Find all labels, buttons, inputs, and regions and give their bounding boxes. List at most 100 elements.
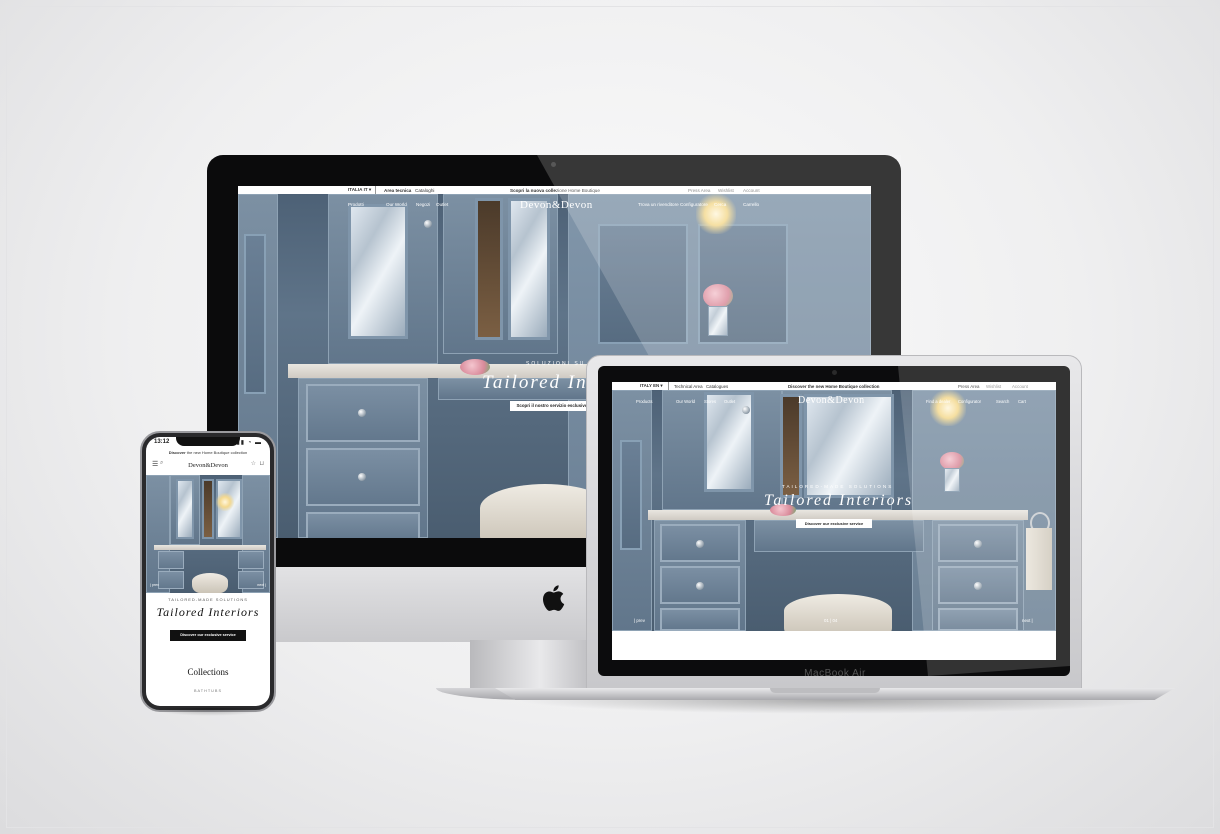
knob [974,540,982,548]
iphone-next-link[interactable]: next | [257,583,266,587]
macbook-account-link[interactable]: Account [1012,384,1028,389]
iphone-collections-subheading[interactable]: BATHTUBS [146,689,270,693]
flower-vase [703,284,733,308]
macbook-nav-outlet[interactable]: Outlet [724,399,735,404]
imac-nav-find-dealer[interactable]: Trova un rivenditore [638,202,679,207]
macbook-catalogues-link[interactable]: Catalogues [706,384,728,389]
divider [668,382,669,390]
wall-sconce [216,493,234,511]
iphone-announcement-rest: the new Home Boutique collection [186,450,248,455]
iphone-hero-tagline: Tailored-made solutions [168,597,248,602]
drawer [238,551,264,569]
open-shelves [202,479,214,539]
vanity-stool [192,573,228,593]
divider [375,186,376,194]
iphone-announcement[interactable]: Discover the new Home Boutique collectio… [146,450,270,455]
drawer [306,512,420,538]
drawer [660,608,740,631]
open-shelves [475,198,503,340]
macbook-wishlist-link[interactable]: Wishlist [986,384,1001,389]
wall-panel [598,224,688,344]
macbook-hero-tagline: Tailored-made solutions [782,484,894,489]
macbook-technical-area-link[interactable]: Technical Area [674,384,703,389]
wall-panel [244,234,266,394]
macbook-screen: ITALY EN ▾ Technical Area Catalogues Dis… [612,382,1056,660]
glass-vase [944,468,960,492]
iphone-shadow [150,708,270,716]
imac-brand-logo[interactable]: Devon&Devon [520,199,593,211]
apple-logo-icon [543,585,565,611]
knob [696,582,704,590]
knob [974,582,982,590]
imac-announcement-rest: zione Home Boutique [555,187,600,193]
iphone-announcement-bold: Discover [168,450,186,455]
hand-towel [1026,528,1052,590]
center-mirror [804,394,894,498]
cabinet-glass-door [348,204,408,339]
macbook-hero-cta-button[interactable]: Discover our exclusive service [796,519,872,528]
imac-wishlist-link[interactable]: Wishlist [718,188,734,193]
macbook-nav-find-dealer[interactable]: Find a dealer [926,399,950,404]
center-mirror [508,198,550,340]
macbook-topbar: ITALY EN ▾ Technical Area Catalogues Dis… [612,382,1056,390]
macbook-camera [832,370,837,375]
open-shelves [780,394,802,498]
imac-nav-search[interactable]: Cerca [714,202,726,207]
cabinet-glass-door [176,479,194,539]
imac-catalogues-link[interactable]: Cataloghi [415,188,434,193]
macbook-notch [770,688,880,693]
knob [696,540,704,548]
macbook-device-label: MacBook Air [804,668,866,679]
macbook-nav-search[interactable]: Search [996,399,1009,404]
imac-nav-outlet[interactable]: Outlet [436,202,448,207]
macbook-press-area-link[interactable]: Press Area [958,384,979,389]
cart-icon[interactable]: ⊔ [259,460,264,467]
macbook-nav-our-world[interactable]: Our World [676,399,695,404]
imac-nav-stores[interactable]: Negozi [416,202,430,207]
imac-announcement[interactable]: Scopri la nuova collezione Home Boutique [510,188,600,193]
imac-technical-area-link[interactable]: Area tecnica [384,188,411,193]
iphone-signal-battery-icon: ▮▮ ◔ ▬ [236,440,262,446]
iphone-hero-title: Tailored Interiors [156,605,260,619]
macbook-brand-logo[interactable]: Devon&Devon [798,395,865,406]
knob [358,409,366,417]
imac-account-link[interactable]: Account [743,188,760,193]
iphone-hero-image: | prev next | [146,475,270,593]
macbook-announcement[interactable]: Discover the new Home Boutique collectio… [788,384,880,389]
knob [358,473,366,481]
macbook-hero-image: Products Our World Stores Outlet Find a … [612,390,1056,631]
imac-nav-products[interactable]: Prodotti [348,202,364,207]
macbook-hero-title: Tailored Interiors [764,492,914,509]
marble-counter [154,545,266,550]
macbook-nav-products[interactable]: Products [636,399,653,404]
macbook-next-link[interactable]: next | [1022,618,1033,623]
macbook-nav-stores[interactable]: Stores [704,399,716,404]
iphone-prev-link[interactable]: | prev [150,583,159,587]
imac-announcement-bold: Scopri la nuova colle [510,187,556,193]
imac-hero-cta-button[interactable]: Scopri il nostro servizio esclusivo [510,401,594,411]
macbook-nav-configurator[interactable]: Configurator [958,399,981,404]
drawer [158,571,184,589]
iphone-hero-cta-button[interactable]: Discover our exclusive service [170,630,246,641]
imac-nav-configurator[interactable]: Configuratore [680,202,708,207]
iphone-notch [176,437,240,446]
imac-nav-our-world[interactable]: Our World [386,202,407,207]
imac-nav-cart[interactable]: Carrello [743,202,759,207]
imac-country-selector[interactable]: ITALIA IT ▾ [348,187,371,193]
vanity-stool [784,594,892,631]
drawer [158,551,184,569]
wishlist-star-icon[interactable]: ☆ [251,460,256,467]
iphone-collections-heading: Collections [187,667,229,677]
imac-camera [551,162,556,167]
glass-vase [708,306,728,336]
macbook-prev-link[interactable]: | prev [634,618,645,623]
imac-press-area-link[interactable]: Press Area [688,188,710,193]
drawer [938,608,1018,631]
imac-topbar: ITALIA IT ▾ Area tecnica Cataloghi Scopr… [238,186,871,194]
macbook-country-selector[interactable]: ITALY EN ▾ [640,383,663,389]
knob [424,220,432,228]
macbook-shadow [515,700,1155,714]
wall-panel [620,440,642,550]
macbook-nav-cart[interactable]: Cart [1018,399,1026,404]
iphone-screen: 13:12 ▮▮ ◔ ▬ Discover the new Home Bouti… [146,437,270,706]
